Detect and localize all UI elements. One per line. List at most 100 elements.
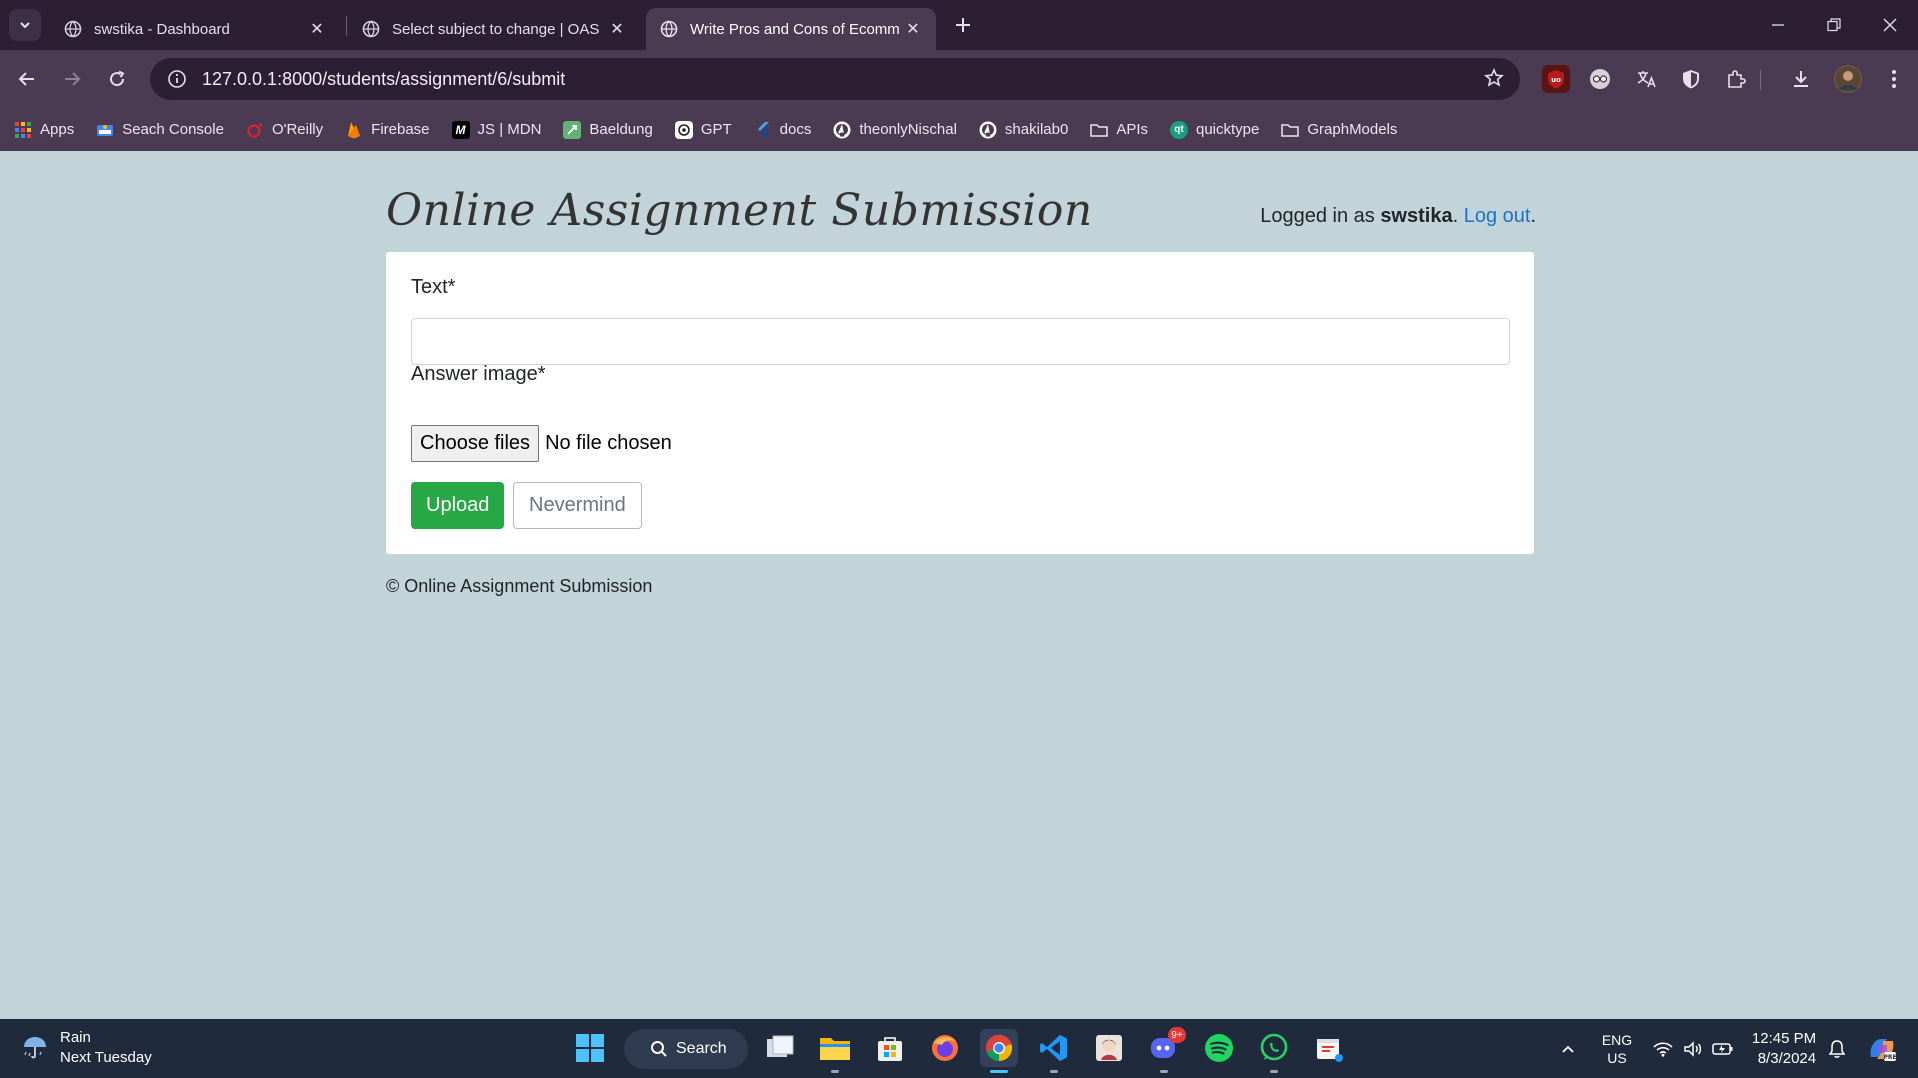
bookmark-label: Firebase — [371, 121, 430, 138]
extensions-puzzle-icon[interactable] — [1722, 65, 1750, 93]
photo-app-button[interactable] — [1090, 1029, 1128, 1067]
download-icon[interactable] — [1787, 65, 1815, 93]
bookmark-firebase[interactable]: Firebase — [345, 121, 430, 139]
input-language-indicator[interactable]: ENG US — [1592, 1019, 1642, 1078]
page-footer: © Online Assignment Submission — [386, 576, 653, 596]
minimize-button[interactable] — [1750, 0, 1806, 50]
text-input[interactable] — [411, 318, 1510, 365]
choose-files-button[interactable]: Choose files — [411, 425, 540, 462]
whatsapp-button[interactable] — [1255, 1029, 1293, 1073]
wifi-icon[interactable] — [1648, 1019, 1678, 1078]
notifications-icon[interactable] — [1822, 1019, 1852, 1078]
bookmark-folder-graphmodels[interactable]: GraphModels — [1281, 121, 1397, 139]
github-icon — [979, 121, 997, 139]
address-bar[interactable]: 127.0.0.1:8000/students/assignment/6/sub… — [150, 58, 1520, 100]
info-icon — [168, 70, 186, 88]
bookmark-docs[interactable]: docs — [754, 121, 811, 139]
browser-tabstrip: swstika - Dashboard ✕ Select subject to … — [0, 0, 1918, 50]
tab-dashboard[interactable]: swstika - Dashboard ✕ — [50, 8, 340, 50]
bookmark-star-icon[interactable] — [1484, 68, 1504, 94]
glasses-extension-icon[interactable] — [1586, 65, 1614, 93]
firebase-icon — [345, 121, 363, 139]
bookmark-quicktype[interactable]: qt quicktype — [1170, 120, 1259, 139]
spotify-icon — [1205, 1034, 1233, 1062]
tab-search-button[interactable] — [9, 9, 41, 41]
volume-icon[interactable] — [1678, 1019, 1708, 1078]
nevermind-button[interactable]: Nevermind — [513, 482, 642, 529]
forward-button[interactable] — [56, 63, 88, 95]
svg-text:uo: uo — [1551, 76, 1561, 84]
close-icon — [1883, 18, 1897, 32]
browser-toolbar: 127.0.0.1:8000/students/assignment/6/sub… — [0, 50, 1918, 108]
bookmark-gpt[interactable]: GPT — [674, 120, 732, 139]
tab-assignment-active[interactable]: Write Pros and Cons of Ecomm ✕ — [646, 8, 936, 50]
close-icon[interactable]: ✕ — [308, 19, 326, 39]
arrow-left-icon — [18, 72, 34, 86]
close-window-button[interactable] — [1862, 0, 1918, 50]
shield-extension-icon[interactable] — [1677, 65, 1705, 93]
chrome-button[interactable] — [980, 1029, 1018, 1073]
tab-separator — [346, 16, 347, 36]
bookmark-github-shakilab[interactable]: shakilab0 — [979, 121, 1068, 139]
language-code: ENG — [1601, 1031, 1633, 1048]
clock-date: 8/3/2024 — [1757, 1049, 1817, 1067]
task-view-button[interactable] — [761, 1029, 799, 1067]
login-prefix: Logged in as — [1260, 205, 1381, 227]
start-button[interactable] — [571, 1029, 609, 1067]
microsoft-store-button[interactable] — [871, 1029, 909, 1067]
copilot-icon[interactable]: PRE — [1862, 1019, 1902, 1078]
taskbar-search[interactable]: Search — [624, 1029, 748, 1069]
plus-icon — [956, 18, 970, 32]
reload-button[interactable] — [101, 63, 133, 95]
rain-umbrella-icon — [24, 1037, 46, 1059]
bookmark-label: O'Reilly — [271, 121, 324, 138]
tab-title: Select subject to change | OAS — [392, 20, 600, 38]
site-brand[interactable]: Online Assignment Submission — [386, 185, 1093, 236]
bookmark-apps[interactable]: Apps — [14, 121, 74, 139]
translate-extension-icon[interactable] — [1632, 65, 1660, 93]
close-icon[interactable]: ✕ — [904, 19, 922, 39]
bookmark-oreilly[interactable]: O'Reilly — [246, 121, 323, 139]
bookmark-mdn[interactable]: M JS | MDN — [451, 120, 541, 139]
chrome-menu-icon[interactable] — [1880, 65, 1908, 93]
bookmark-label: theonlyNischal — [859, 121, 957, 138]
bookmark-github-nischal[interactable]: theonlyNischal — [833, 121, 957, 139]
globe-icon — [660, 20, 678, 38]
chevron-down-icon — [20, 22, 30, 29]
spotify-button[interactable] — [1200, 1029, 1238, 1067]
snipping-tool-button[interactable] — [1310, 1029, 1348, 1067]
firefox-button[interactable] — [926, 1029, 964, 1067]
site-header: Online Assignment Submission Logged in a… — [386, 181, 1536, 241]
file-explorer-button[interactable] — [816, 1029, 854, 1073]
bookmark-search-console[interactable]: Seach Console — [96, 121, 224, 139]
tab-select-subject[interactable]: Select subject to change | OAS ✕ — [348, 8, 640, 50]
show-hidden-icons-button[interactable] — [1550, 1019, 1586, 1078]
weather-forecast: Next Tuesday — [60, 1049, 152, 1066]
upload-button[interactable]: Upload — [411, 482, 505, 529]
username: swstika — [1380, 205, 1453, 227]
profile-avatar[interactable] — [1834, 65, 1862, 93]
url-text[interactable]: 127.0.0.1:8000/students/assignment/6/sub… — [202, 69, 565, 90]
openai-icon — [674, 120, 693, 139]
logout-link[interactable]: Log out — [1464, 205, 1531, 227]
site-info-button[interactable] — [156, 58, 198, 100]
bookmark-folder-apis[interactable]: APIs — [1090, 121, 1148, 139]
bookmark-baeldung[interactable]: Baeldung — [563, 120, 653, 139]
discord-button[interactable]: 9+ — [1145, 1027, 1186, 1073]
close-icon[interactable]: ✕ — [608, 19, 626, 39]
restore-icon — [1827, 18, 1841, 32]
tab-title: Write Pros and Cons of Ecomm — [690, 20, 900, 38]
active-indicator — [990, 1070, 1008, 1073]
restore-button[interactable] — [1806, 0, 1862, 50]
clock[interactable]: 12:45 PM 8/3/2024 — [1748, 1019, 1820, 1078]
ublock-extension-icon[interactable]: uo — [1542, 65, 1570, 93]
bookmark-label: GraphModels — [1307, 121, 1398, 138]
new-tab-button[interactable] — [948, 10, 978, 40]
file-status: No file chosen — [545, 432, 672, 454]
weather-widget[interactable]: Rain Next Tuesday — [20, 1028, 152, 1068]
back-button[interactable] — [11, 63, 43, 95]
vscode-button[interactable] — [1035, 1029, 1073, 1073]
battery-icon[interactable] — [1708, 1019, 1738, 1078]
bookmarks-bar: Apps Seach Console O'Reilly Firebase M J… — [0, 108, 1918, 151]
bookmark-label: Seach Console — [122, 121, 224, 138]
